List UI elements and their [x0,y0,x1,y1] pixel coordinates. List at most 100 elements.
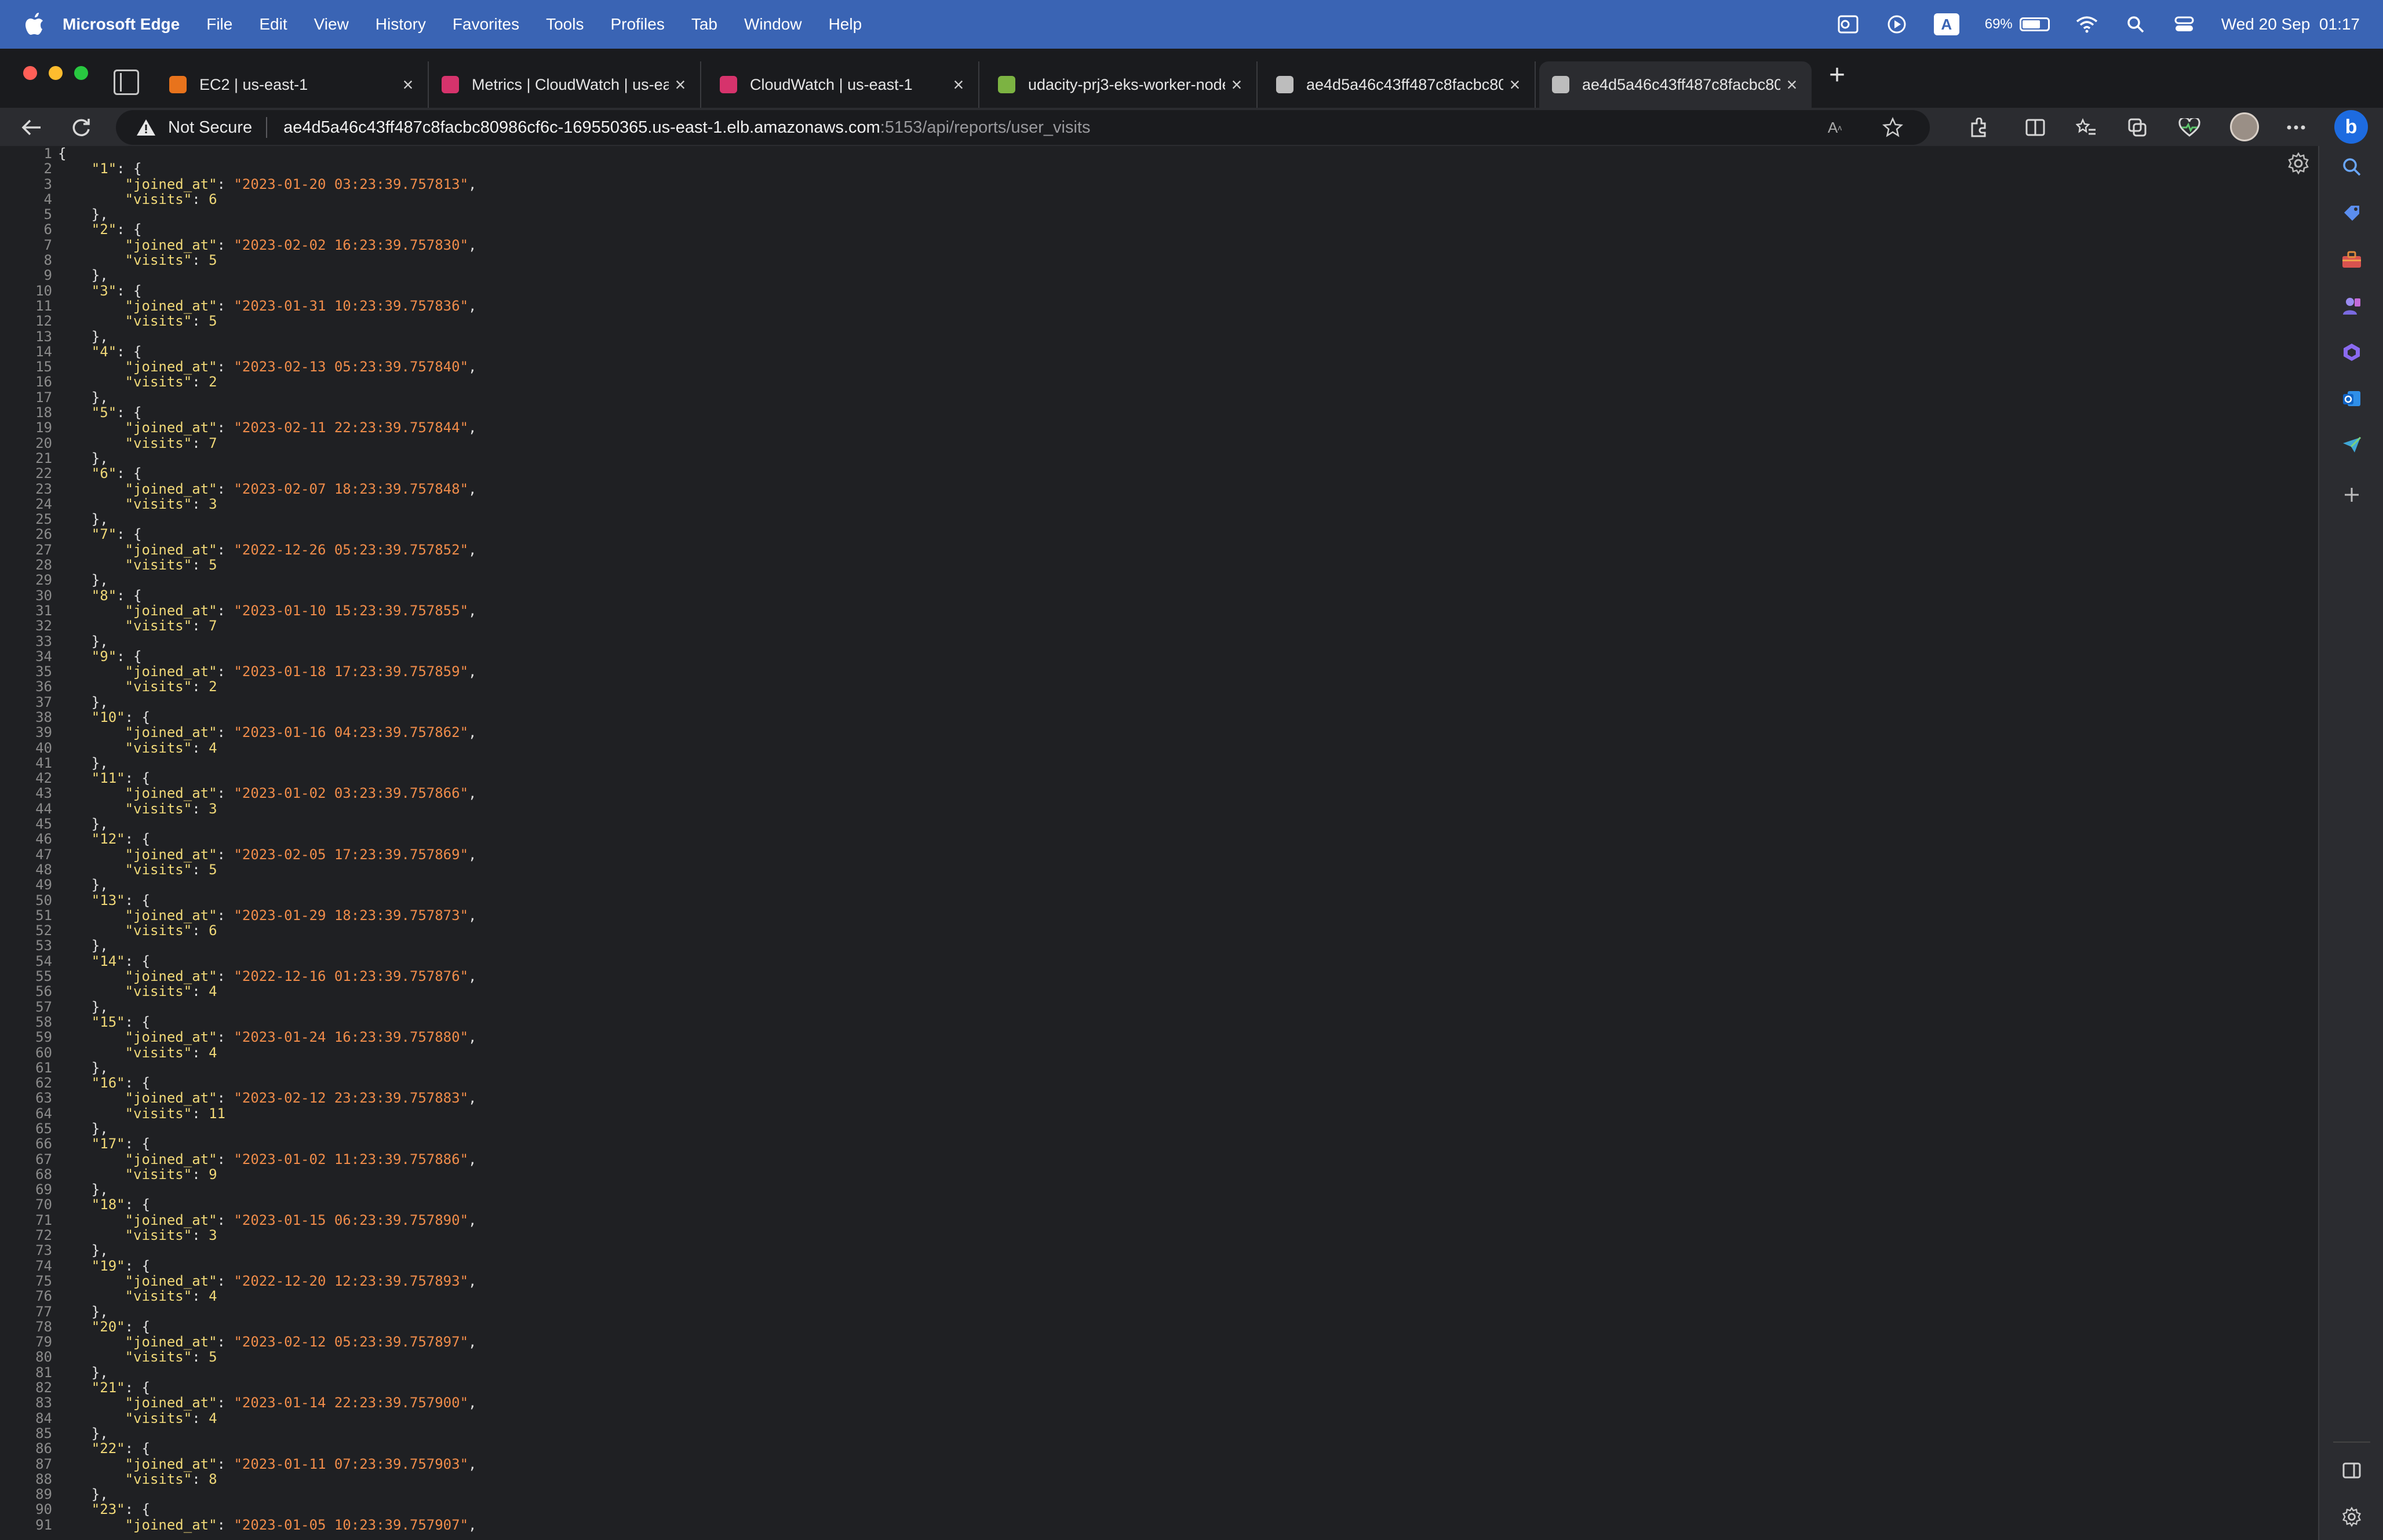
read-aloud-icon[interactable]: Aʌ [1823,116,1846,139]
sidebar-drop-icon[interactable] [2339,432,2364,458]
json-punctuation: : { [125,831,150,848]
json-value-visits: 5 [209,252,217,269]
menu-help[interactable]: Help [829,15,862,34]
profile-avatar[interactable] [2230,112,2259,141]
input-source-icon[interactable]: A [1933,13,1959,35]
browser-tab[interactable]: ae4d5a46c43ff487c8facbc80986cf6c× [1263,61,1536,108]
warning-icon[interactable] [134,116,158,139]
sidebar-add-icon[interactable] [2339,482,2364,508]
tab-close-icon[interactable]: × [396,74,420,96]
security-label[interactable]: Not Secure [168,118,252,137]
json-key-id: "6" [91,465,117,482]
tab-actions-icon[interactable] [114,70,139,95]
app-menu[interactable]: Microsoft Edge [63,15,180,34]
json-punctuation: : [217,968,234,985]
hide-sidebar-icon[interactable] [2339,1458,2364,1483]
code-line: "joined_at": "2023-02-02 16:23:39.757830… [58,238,477,253]
sidebar-shopping-icon[interactable] [2339,200,2364,226]
json-punctuation [58,709,92,725]
line-number: 42 [35,770,52,787]
clock[interactable]: Wed 20 Sep 01:17 [2221,15,2360,34]
code-line: "visits": 4 [58,1045,476,1060]
collections-icon[interactable] [2125,115,2150,140]
more-options-icon[interactable] [2283,115,2309,140]
maximize-window-button[interactable] [74,66,88,80]
menu-file[interactable]: File [206,15,232,34]
code-line: "23": { [58,1502,476,1517]
play-status-icon[interactable] [1885,13,1908,36]
json-punctuation: : [192,800,209,817]
tab-close-icon[interactable]: × [1780,74,1803,96]
new-tab-button[interactable]: + [1824,61,1850,89]
line-number: 51 [35,907,52,924]
code-line: }, [58,1426,476,1441]
sidebar-search-icon[interactable] [2339,154,2364,180]
status-area: A 69% Wed 20 Sep 01:17 [1837,0,2360,49]
json-key-joined-at: "joined_at" [125,1029,217,1046]
json-punctuation: , [468,602,477,619]
back-icon[interactable] [19,115,44,140]
json-punctuation: , [468,359,477,375]
sidebar-games-icon[interactable] [2339,293,2364,319]
tab-close-icon[interactable]: × [1503,74,1526,96]
sidebar-tools-icon[interactable] [2339,247,2364,272]
tab-close-icon[interactable]: × [1225,74,1248,96]
menu-edit[interactable]: Edit [259,15,287,34]
json-punctuation [58,1090,125,1106]
json-punctuation [58,1136,92,1152]
menu-view[interactable]: View [314,15,349,34]
refresh-icon[interactable] [68,115,94,140]
menu-favorites[interactable]: Favorites [453,15,519,34]
menu-tools[interactable]: Tools [546,15,584,34]
code-line: "joined_at": "2023-02-07 18:23:39.757848… [58,480,477,497]
favorites-icon[interactable] [2074,115,2099,140]
sidebar-outlook-icon[interactable] [2339,386,2364,411]
tab-close-icon[interactable]: × [947,74,970,96]
json-punctuation: : [192,1105,209,1122]
favorite-star-icon[interactable] [1881,116,1904,139]
close-window-button[interactable] [23,66,37,80]
sidebar-microsoft365-icon[interactable] [2339,340,2364,365]
minimize-window-button[interactable] [49,66,63,80]
menu-profiles[interactable]: Profiles [610,15,664,34]
json-punctuation [58,1395,125,1411]
control-center-icon[interactable] [2173,13,2196,36]
line-number: 60 [35,1044,52,1061]
browser-tab[interactable]: CloudWatch | us-east-1 × [707,61,979,108]
code-line: "joined_at": "2023-02-13 05:23:39.757840… [58,359,477,375]
json-punctuation: , [468,480,477,497]
split-screen-icon[interactable] [2023,115,2048,140]
json-value-joined-at: "2023-01-16 04:23:39.757862" [234,724,469,741]
bing-copilot-icon[interactable]: b [2334,110,2368,144]
json-value-joined-at: "2023-02-07 18:23:39.757848" [234,480,469,497]
apple-menu-icon[interactable] [21,10,49,38]
extensions-icon[interactable] [1966,115,1991,140]
wifi-icon[interactable] [2075,13,2098,36]
viewer-settings-icon[interactable] [2287,152,2312,177]
address-bar[interactable]: Not Secure ae4d5a46c43ff487c8facbc80986c… [116,110,1930,145]
browser-tab[interactable]: Metrics | CloudWatch | us-east-1× [429,61,701,108]
menu-tab[interactable]: Tab [691,15,717,34]
browser-tab[interactable]: ae4d5a46c43ff487c8facbc80986cf6c× [1539,61,1812,108]
json-punctuation [58,648,92,665]
browser-tab[interactable]: EC2 | us-east-1 × [156,61,429,108]
line-number: 14 [35,343,52,360]
outlook-status-icon[interactable] [1837,13,1860,36]
json-punctuation [58,481,125,497]
json-punctuation [58,1517,125,1533]
browser-essentials-icon[interactable] [2177,115,2202,140]
menu-history[interactable]: History [376,15,426,34]
json-punctuation: , [468,419,477,436]
line-number: 84 [35,1410,52,1426]
line-number: 61 [35,1059,52,1076]
json-punctuation: : [192,1349,209,1366]
line-number: 45 [35,816,52,833]
spotlight-search-icon[interactable] [2124,13,2147,36]
sidebar-settings-icon[interactable] [2339,1504,2364,1530]
browser-tab[interactable]: udacity-prj3-eks-worker-nodes × [985,61,1258,108]
code-line: "visits": 5 [58,313,476,329]
battery-indicator[interactable]: 69% [1985,16,2050,32]
json-key-visits: "visits" [125,800,192,817]
tab-close-icon[interactable]: × [669,74,692,96]
menu-window[interactable]: Window [744,15,802,34]
